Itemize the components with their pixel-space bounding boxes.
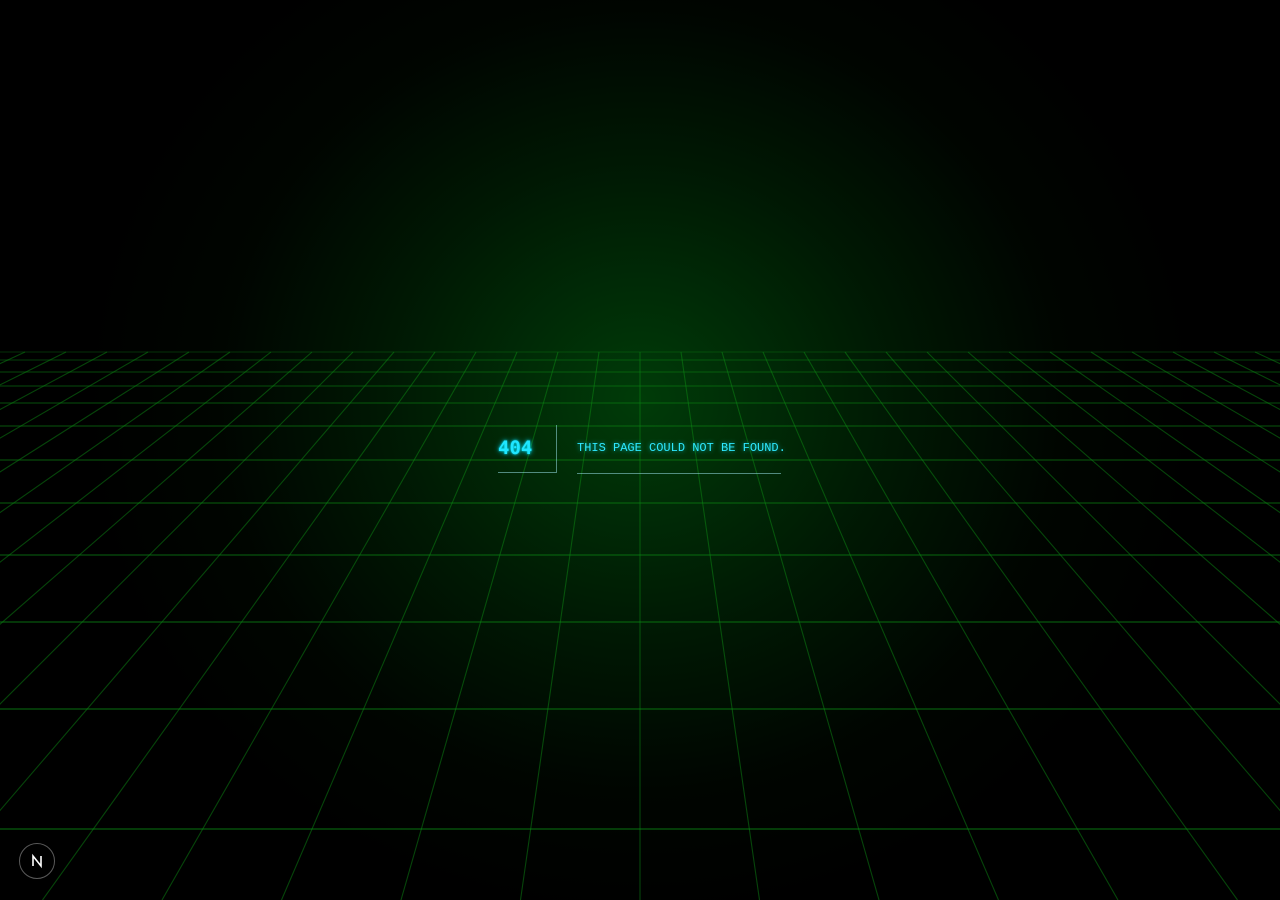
error-code: 404 [498, 437, 533, 459]
grid-column-line [161, 351, 477, 900]
grid-column-line [0, 351, 272, 563]
grid-column-line [1131, 351, 1280, 439]
grid-column-line [1090, 351, 1280, 473]
grid-column-line [844, 351, 1238, 900]
error-container: 404 This page could not be found. [498, 425, 786, 474]
error-code-block: 404 [498, 425, 557, 473]
grid-column-line [0, 351, 231, 514]
grid-column-line [967, 351, 1280, 625]
grid-column-line [0, 351, 26, 365]
grid-column-line [0, 351, 354, 705]
grid-column-line [0, 351, 313, 625]
grid-column-line [0, 351, 190, 473]
grid-column-line [0, 351, 149, 439]
error-message: This page could not be found. [577, 441, 786, 455]
grid-column-line [1049, 351, 1280, 514]
grid-column-line [1172, 351, 1280, 411]
grid-column-line [0, 351, 108, 411]
grid-column-line [0, 351, 67, 386]
nextjs-dev-indicator-button[interactable] [19, 843, 55, 879]
grid-column-line [762, 351, 1000, 900]
grid-column-line [280, 351, 518, 900]
grid-column-line [1213, 351, 1280, 386]
grid-column-line [1008, 351, 1280, 563]
grid-column-line [803, 351, 1119, 900]
nextjs-logo-icon [32, 853, 42, 869]
grid-column-line [926, 351, 1280, 705]
grid-column-line [1254, 351, 1280, 365]
error-message-block: This page could not be found. [577, 425, 786, 474]
grid-column-line [42, 351, 436, 900]
